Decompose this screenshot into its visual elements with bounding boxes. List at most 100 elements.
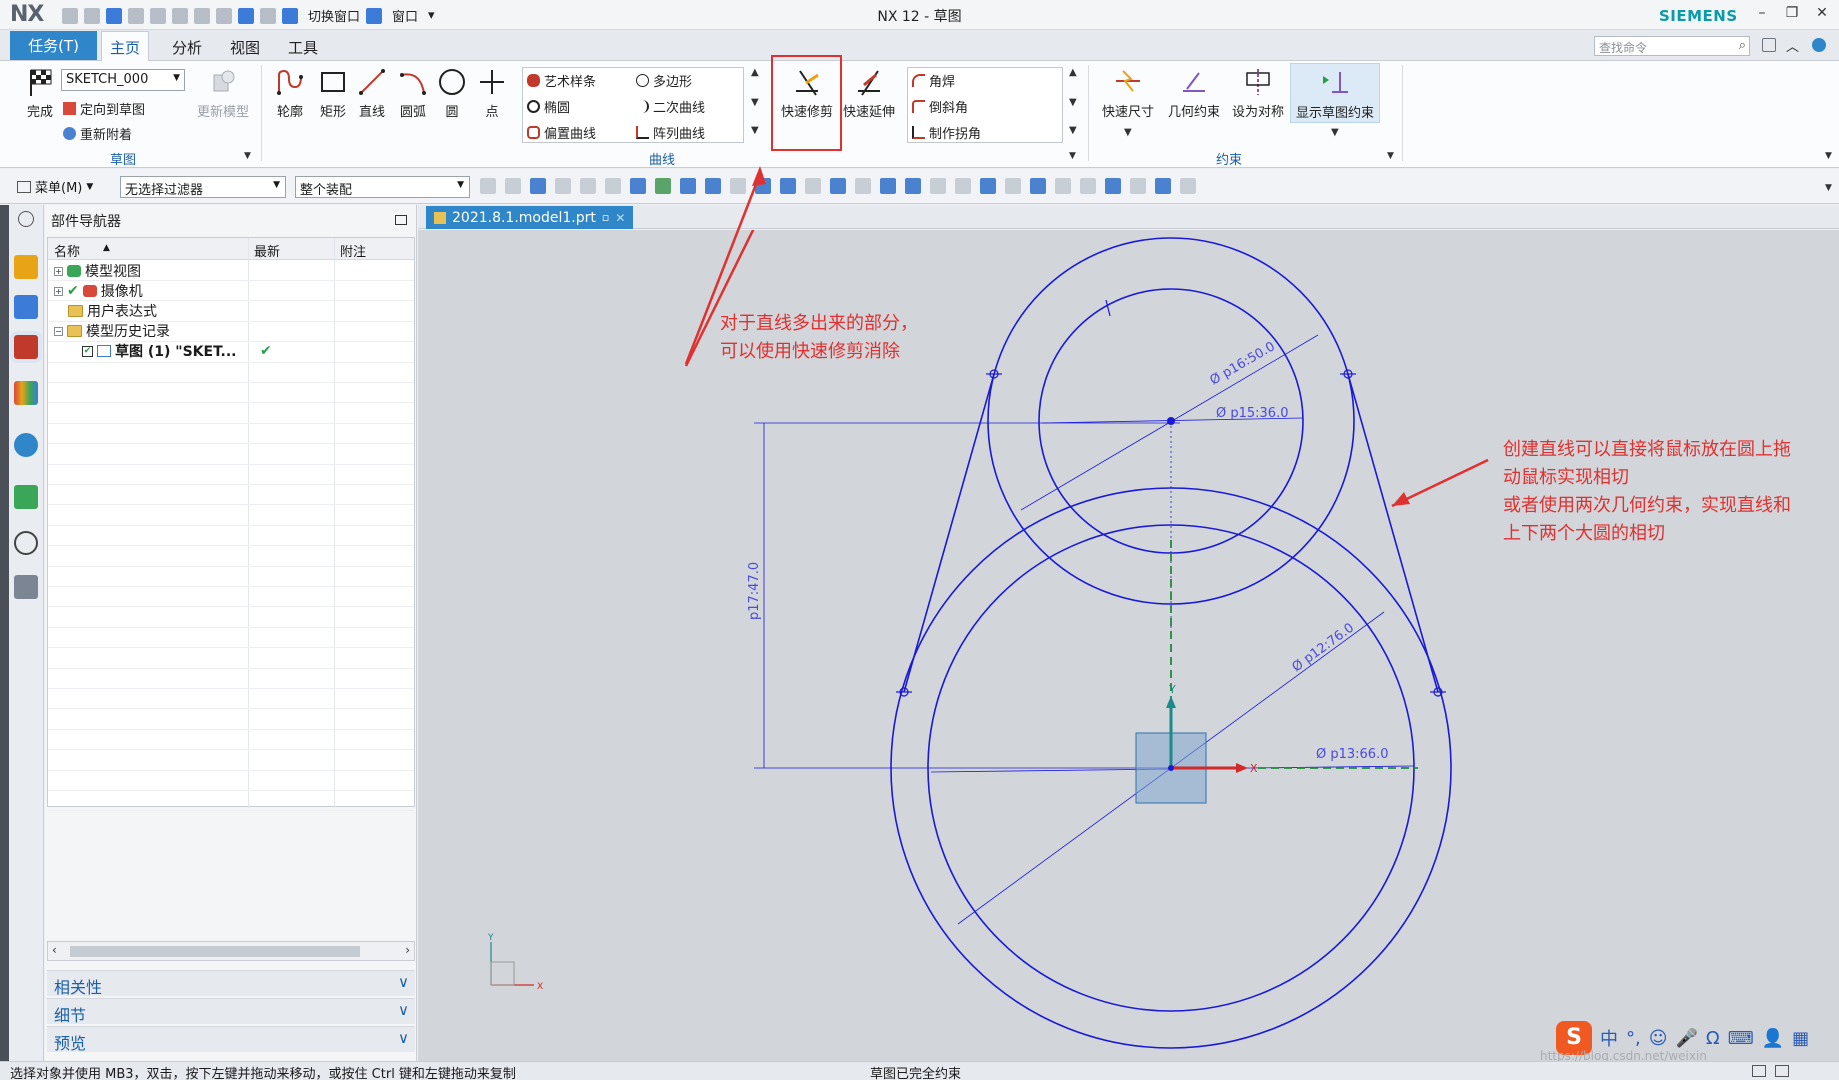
tangent-line-right[interactable] bbox=[1347, 373, 1439, 693]
restore-icon[interactable]: ❐ bbox=[1782, 5, 1802, 21]
dependencies-panel-header[interactable]: 相关性 ∨ bbox=[47, 970, 415, 997]
roles-icon[interactable] bbox=[14, 575, 38, 599]
section-icon[interactable] bbox=[1080, 178, 1096, 194]
punctuation-icon[interactable]: °, bbox=[1626, 1028, 1641, 1049]
offset-curve-button[interactable]: 偏置曲线 bbox=[527, 123, 596, 142]
tab-home[interactable]: 主页 bbox=[101, 31, 150, 61]
curve-group-expand-icon[interactable]: ▼ bbox=[1069, 151, 1076, 161]
constraint-group-expand-icon[interactable]: ▼ bbox=[1387, 151, 1394, 161]
web-browser-icon[interactable] bbox=[14, 485, 38, 509]
scrollbar-thumb[interactable] bbox=[70, 946, 360, 957]
intersection-snap-icon[interactable] bbox=[880, 178, 896, 194]
quick-extend-button[interactable]: 快速延伸 bbox=[838, 63, 900, 120]
close-icon[interactable]: ✕ bbox=[1812, 5, 1832, 21]
tree-row-model-views[interactable]: + 模型视图 bbox=[54, 260, 141, 282]
rapid-dimension-button[interactable]: 快速尺寸 bbox=[1096, 63, 1160, 120]
navigator-horizontal-scrollbar[interactable]: ‹ › bbox=[47, 941, 415, 961]
close-tab-icon[interactable]: ✕ bbox=[615, 211, 625, 225]
ellipse-button[interactable]: 椭圆 bbox=[527, 97, 570, 116]
orient-to-sketch-button[interactable]: 定向到草图 bbox=[63, 99, 145, 118]
user-icon[interactable]: 👤 bbox=[1762, 1028, 1784, 1049]
tab-view[interactable]: 视图 bbox=[222, 34, 268, 61]
minimize-icon[interactable]: – bbox=[1752, 5, 1772, 21]
scroll-left-icon[interactable]: ‹ bbox=[52, 943, 57, 957]
update-model-button[interactable]: 更新模型 bbox=[188, 63, 258, 120]
visible-check-icon[interactable]: ✔ bbox=[67, 283, 79, 299]
cut-icon[interactable] bbox=[150, 7, 166, 24]
command-search-input[interactable]: 查找命令 ⌕ bbox=[1594, 36, 1750, 56]
redo-icon[interactable] bbox=[128, 7, 144, 24]
tree-row-user-expressions[interactable]: 用户表达式 bbox=[68, 300, 157, 322]
save-all-icon[interactable] bbox=[84, 7, 100, 24]
profile-button[interactable]: 轮廓 bbox=[268, 63, 312, 120]
tree-row-sketch[interactable]: ✔ 草图 (1) "SKET... bbox=[82, 340, 236, 362]
corner-scroll-down-icon[interactable]: ▼ bbox=[1069, 97, 1077, 108]
line-button[interactable]: 直线 bbox=[350, 63, 394, 120]
pan-icon[interactable] bbox=[1055, 178, 1071, 194]
snap-point-icon[interactable] bbox=[555, 178, 571, 194]
symbol-icon[interactable]: Ω bbox=[1706, 1028, 1720, 1049]
settings-gear-icon[interactable] bbox=[18, 211, 34, 227]
keyboard-icon[interactable]: ⌨ bbox=[1728, 1028, 1754, 1049]
paste-icon[interactable] bbox=[194, 7, 210, 24]
show-sketch-constraints-button[interactable]: 显示草图约束 bbox=[1290, 63, 1380, 123]
dimension-p12[interactable]: Ø p12:76.0 bbox=[1290, 620, 1357, 675]
ime-language-toggle[interactable]: 中 bbox=[1600, 1025, 1618, 1051]
expand-icon[interactable]: + bbox=[54, 286, 63, 296]
zoom-window-icon[interactable] bbox=[1005, 178, 1021, 194]
tree-row-model-history[interactable]: − 模型历史记录 bbox=[54, 320, 170, 342]
expand-icon[interactable]: + bbox=[54, 266, 63, 276]
tree-row-cameras[interactable]: + ✔ 摄像机 bbox=[54, 280, 143, 302]
sketch-name-dropdown[interactable]: SKETCH_000 ▼ bbox=[61, 69, 185, 91]
tab-tools[interactable]: 工具 bbox=[280, 34, 326, 61]
selection-scope-dropdown[interactable]: 整个装配 ▼ bbox=[295, 176, 470, 198]
solid-icon[interactable] bbox=[630, 178, 646, 194]
general-selection-icon[interactable] bbox=[480, 178, 496, 194]
feature-selection-icon[interactable] bbox=[505, 178, 521, 194]
history-clock-icon[interactable] bbox=[14, 531, 38, 555]
repeat-command-icon[interactable] bbox=[260, 7, 276, 24]
assembly-navigator-icon[interactable] bbox=[14, 255, 38, 279]
checkbox-checked-icon[interactable]: ✔ bbox=[82, 345, 93, 357]
gallery-scroll-down-icon[interactable]: ▼ bbox=[751, 97, 759, 108]
document-tab[interactable]: 2021.8.1.model1.prt ▫ ✕ bbox=[426, 206, 634, 229]
tangent-snap-icon[interactable] bbox=[905, 178, 921, 194]
constraint-navigator-icon[interactable] bbox=[14, 295, 38, 319]
window-menu-button[interactable]: 窗口 bbox=[392, 6, 418, 25]
maximize-navigator-icon[interactable] bbox=[395, 215, 407, 225]
zoom-fit-icon[interactable] bbox=[980, 178, 996, 194]
orient-view-icon[interactable] bbox=[1155, 178, 1171, 194]
tangent-line-left[interactable] bbox=[903, 373, 995, 693]
show-constraints-dropdown-icon[interactable]: ▼ bbox=[1331, 127, 1339, 138]
scroll-right-icon[interactable]: › bbox=[405, 943, 410, 957]
ribbon-options-icon[interactable] bbox=[1762, 38, 1776, 52]
fillet-button[interactable]: 角焊 bbox=[912, 71, 955, 90]
column-comment-header[interactable]: 附注 bbox=[340, 241, 366, 260]
preview-panel-header[interactable]: 预览 ∨ bbox=[47, 1026, 415, 1053]
print-icon[interactable] bbox=[216, 7, 232, 24]
info-icon[interactable] bbox=[14, 433, 38, 457]
point-button[interactable]: 点 bbox=[470, 63, 514, 120]
main-menu-button[interactable]: 菜单(M) ▼ bbox=[17, 177, 93, 196]
circle-center-point[interactable] bbox=[1167, 417, 1175, 425]
help-icon[interactable] bbox=[1812, 38, 1826, 52]
origin-point[interactable] bbox=[1168, 765, 1174, 771]
rotate-snap-icon[interactable] bbox=[930, 178, 946, 194]
point-on-curve-icon[interactable] bbox=[955, 178, 971, 194]
rotate-view-icon[interactable] bbox=[1030, 178, 1046, 194]
status-window-icon[interactable] bbox=[1775, 1065, 1789, 1077]
conic-button[interactable]: 二次曲线 bbox=[636, 97, 705, 116]
copy-icon[interactable] bbox=[172, 7, 188, 24]
search-icon[interactable]: ⌕ bbox=[1739, 38, 1746, 53]
end-point-snap-icon[interactable] bbox=[805, 178, 821, 194]
quadrant-snap-icon[interactable] bbox=[855, 178, 871, 194]
polygon-button[interactable]: 多边形 bbox=[636, 71, 692, 90]
center-snap-icon[interactable] bbox=[830, 178, 846, 194]
show-hide-icon[interactable] bbox=[1180, 178, 1196, 194]
gallery-more-icon[interactable]: ▼ bbox=[751, 125, 759, 136]
reuse-library-icon[interactable] bbox=[14, 381, 38, 405]
dimension-p13[interactable]: Ø p13:66.0 bbox=[1316, 747, 1388, 762]
status-flag-icon[interactable] bbox=[1752, 1065, 1766, 1077]
ribbon-overflow-icon[interactable]: ▼ bbox=[1825, 151, 1832, 161]
gallery-scroll-up-icon[interactable]: ▲ bbox=[751, 67, 759, 78]
